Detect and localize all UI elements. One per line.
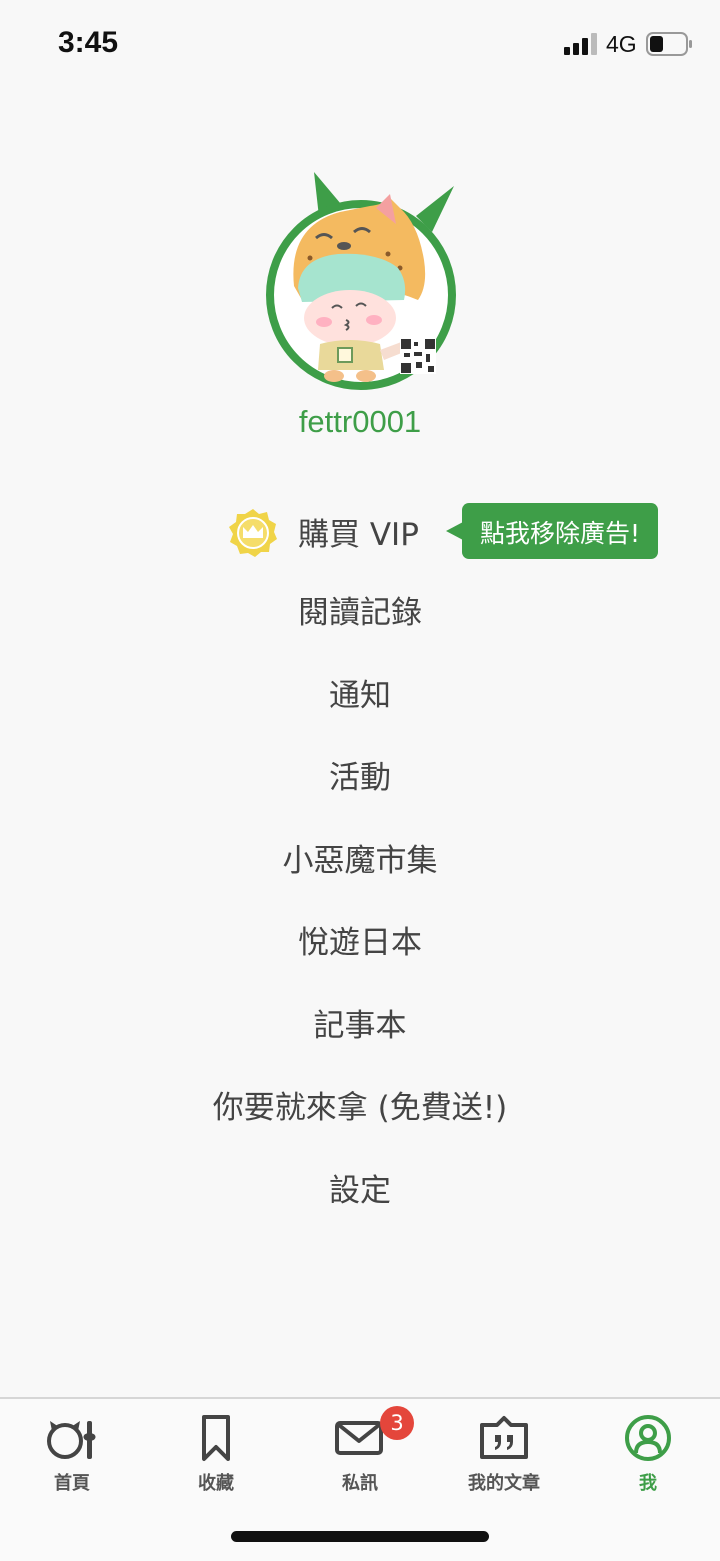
- menu-item-free-giveaway[interactable]: 你要就來拿 (免費送!): [0, 1080, 720, 1163]
- menu-item-market[interactable]: 小惡魔市集: [0, 833, 720, 916]
- menu-item-reading-history[interactable]: 閱讀記錄: [0, 585, 720, 668]
- remove-ads-text: 點我移除廣告!: [479, 519, 641, 548]
- tab-my-articles[interactable]: 我的文章: [432, 1399, 576, 1499]
- tab-bookmarks[interactable]: 收藏: [144, 1399, 288, 1499]
- tab-home[interactable]: 首頁: [0, 1399, 144, 1499]
- profile-menu: 閱讀記錄 通知 活動 小惡魔市集 悅遊日本 記事本 你要就來拿 (免費送!) 設…: [0, 585, 720, 1245]
- tab-home-label: 首頁: [54, 1473, 90, 1494]
- status-time: 3:45: [58, 26, 119, 59]
- mail-icon: [335, 1421, 383, 1455]
- home-indicator[interactable]: [231, 1531, 489, 1542]
- bookmark-icon: [202, 1415, 230, 1461]
- network-type: 4G: [606, 31, 637, 57]
- tab-me[interactable]: 我: [576, 1399, 720, 1499]
- buy-vip-row[interactable]: 購買 VIP 點我移除廣告!: [0, 500, 720, 562]
- menu-item-notebook[interactable]: 記事本: [0, 998, 720, 1081]
- tab-bookmarks-label: 收藏: [198, 1473, 234, 1494]
- signal-icon: [564, 33, 597, 55]
- menu-item-settings[interactable]: 設定: [0, 1163, 720, 1246]
- menu-item-notifications[interactable]: 通知: [0, 668, 720, 751]
- profile-icon: [625, 1415, 671, 1461]
- status-bar: 3:45 4G: [0, 0, 720, 90]
- quote-icon: [480, 1416, 528, 1459]
- tab-me-label: 我: [639, 1473, 657, 1494]
- avatar[interactable]: [258, 168, 464, 396]
- tab-my-articles-label: 我的文章: [468, 1473, 540, 1494]
- menu-item-japan-travel[interactable]: 悅遊日本: [0, 915, 720, 998]
- buy-vip-label: 購買 VIP: [298, 517, 419, 553]
- messages-badge: 3: [380, 1406, 414, 1440]
- vip-crown-icon: [229, 509, 277, 557]
- battery-icon: [646, 32, 692, 56]
- tab-messages-label: 私訊: [342, 1473, 378, 1494]
- menu-item-events[interactable]: 活動: [0, 750, 720, 833]
- home-icon: [47, 1421, 96, 1459]
- username: fettr0001: [298, 404, 422, 439]
